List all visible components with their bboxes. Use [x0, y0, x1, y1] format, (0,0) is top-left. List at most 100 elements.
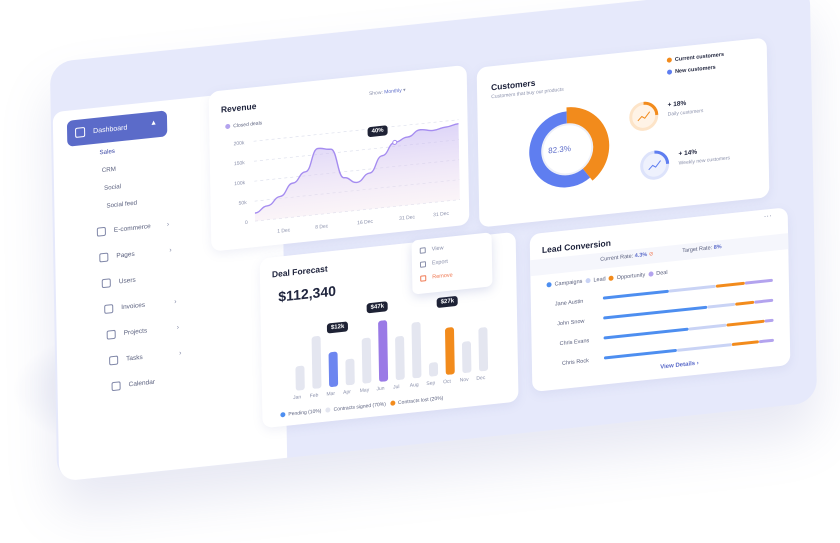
lead-conversion-card: Lead Conversion ··· Current Rate: 4.3% ⊘…: [529, 207, 791, 393]
x-tick: 8 Dec: [315, 223, 329, 231]
sidebar-sub-sales[interactable]: Sales: [99, 148, 115, 157]
weekly-stat-label: Weekly new customers: [678, 155, 731, 167]
x-tick: Nov: [459, 376, 469, 384]
revenue-filter[interactable]: Show: Monthly ▾: [369, 87, 406, 97]
lead-segment: [677, 343, 732, 352]
sidebar-item-dashboard[interactable]: Dashboard ▲: [66, 110, 168, 147]
customers-card: Customers Customers that buy our product…: [476, 37, 770, 228]
menu-item-export[interactable]: Export: [419, 258, 448, 268]
lead-segment: [764, 318, 774, 323]
lead-segment: [603, 305, 708, 320]
sidebar-item-label: Calendar: [128, 378, 156, 389]
customers-legend-new: New customers: [667, 65, 716, 76]
menu-item-label: View: [431, 245, 444, 253]
sidebar-item-label: Pages: [116, 250, 135, 260]
customers-legend-current: Current customers: [666, 51, 725, 64]
sidebar-item-users[interactable]: Users: [101, 276, 136, 289]
dashboard-icon: [75, 126, 86, 138]
lead-segment: [603, 327, 689, 340]
weekly-stat-value: + 14%: [678, 148, 698, 158]
lead-person-label: Jane Austin: [554, 298, 584, 308]
sidebar-item-projects[interactable]: Projects ›: [106, 324, 179, 340]
sidebar-item-tasks[interactable]: Tasks ›: [109, 350, 182, 366]
invoice-icon: [104, 304, 114, 314]
x-tick: Dec: [476, 374, 486, 382]
menu-item-label: Remove: [432, 272, 453, 281]
lead-segment: [688, 323, 727, 331]
deal-bar: [295, 365, 305, 391]
shopping-bag-icon: [96, 226, 106, 237]
lead-segment: [716, 281, 745, 288]
legend-label: New customers: [675, 64, 716, 76]
alert-icon: ⊘: [648, 251, 654, 258]
x-tick: May: [359, 387, 370, 395]
export-icon: [419, 261, 427, 268]
revenue-tooltip: 40%: [367, 125, 388, 138]
deal-amount: $112,340: [278, 282, 337, 305]
legend-dot: [666, 57, 672, 63]
more-icon[interactable]: ···: [764, 211, 772, 221]
eye-icon: [419, 247, 426, 254]
daily-stat-value: + 18%: [667, 99, 687, 109]
menu-item-label: Export: [431, 258, 448, 267]
x-tick: Aug: [409, 381, 419, 389]
users-icon: [101, 278, 111, 289]
deal-bar: [395, 336, 405, 381]
y-tick: 200k: [233, 140, 245, 148]
sidebar-item-ecommerce[interactable]: E-commerce ›: [96, 221, 169, 237]
x-tick: Jul: [393, 383, 400, 391]
weekly-ring-icon: [640, 150, 670, 180]
menu-item-view[interactable]: View: [419, 245, 444, 254]
x-tick: Oct: [443, 378, 451, 386]
sidebar-sub-crm[interactable]: CRM: [102, 166, 116, 174]
tasks-icon: [109, 355, 119, 366]
sidebar-sub-social-feed[interactable]: Social feed: [106, 199, 137, 209]
daily-stat-label: Daily customers: [667, 108, 704, 118]
legend-label: Opportunity: [616, 272, 646, 282]
sidebar-item-label: Tasks: [126, 353, 143, 363]
revenue-area: [254, 123, 460, 222]
x-tick: 31 Dec: [399, 214, 416, 222]
lead-segment: [707, 302, 736, 309]
target-rate-value: 8%: [713, 244, 722, 251]
sidebar-item-label: Projects: [123, 327, 148, 337]
sidebar-item-invoices[interactable]: Invoices ›: [104, 298, 177, 314]
deal-title: Deal Forecast: [271, 263, 328, 280]
lead-segment: [744, 278, 773, 285]
chevron-right-icon: ›: [169, 246, 172, 255]
deal-bar: [311, 336, 322, 389]
y-tick: 100k: [234, 180, 246, 188]
sidebar-item-pages[interactable]: Pages ›: [99, 247, 172, 263]
legend-dot: [225, 123, 231, 130]
lead-person-label: John Snow: [557, 318, 585, 328]
deal-context-menu: View Export Remove: [411, 232, 493, 295]
sidebar-item-calendar[interactable]: Calendar: [111, 378, 156, 392]
x-tick: Jan: [293, 394, 302, 402]
legend-label: Closed deals: [233, 120, 263, 130]
sidebar-item-label: Users: [118, 276, 136, 286]
y-tick: 50k: [238, 199, 247, 207]
lead-segment: [731, 340, 760, 347]
pages-icon: [99, 252, 109, 263]
lead-bars: [602, 272, 784, 371]
tilted-dashboard: Dashboard ▲ Sales CRM Social Social feed…: [49, 0, 818, 482]
legend-label: Pending (10%): [288, 408, 322, 418]
deal-bar: [445, 327, 455, 375]
chevron-down-icon: ▾: [403, 87, 406, 94]
projects-icon: [106, 329, 116, 340]
sidebar-item-label: Invoices: [121, 301, 146, 312]
x-tick: Apr: [343, 389, 351, 396]
legend-label: Current customers: [674, 51, 725, 64]
legend-label: Lead: [593, 276, 606, 284]
chevron-right-icon: ›: [176, 324, 180, 332]
lead-person-label: Chris Evans: [559, 338, 590, 348]
deal-bar: [411, 322, 422, 379]
sidebar-sub-social[interactable]: Social: [104, 183, 121, 192]
menu-item-remove[interactable]: Remove: [420, 272, 453, 282]
legend-dot: [325, 407, 331, 413]
dashboard-mockup: Dashboard ▲ Sales CRM Social Social feed…: [0, 0, 840, 543]
lead-person-label: Chris Rock: [561, 358, 589, 367]
revenue-chart: [253, 119, 460, 222]
lead-segment: [735, 300, 755, 306]
legend-dot: [546, 282, 552, 288]
